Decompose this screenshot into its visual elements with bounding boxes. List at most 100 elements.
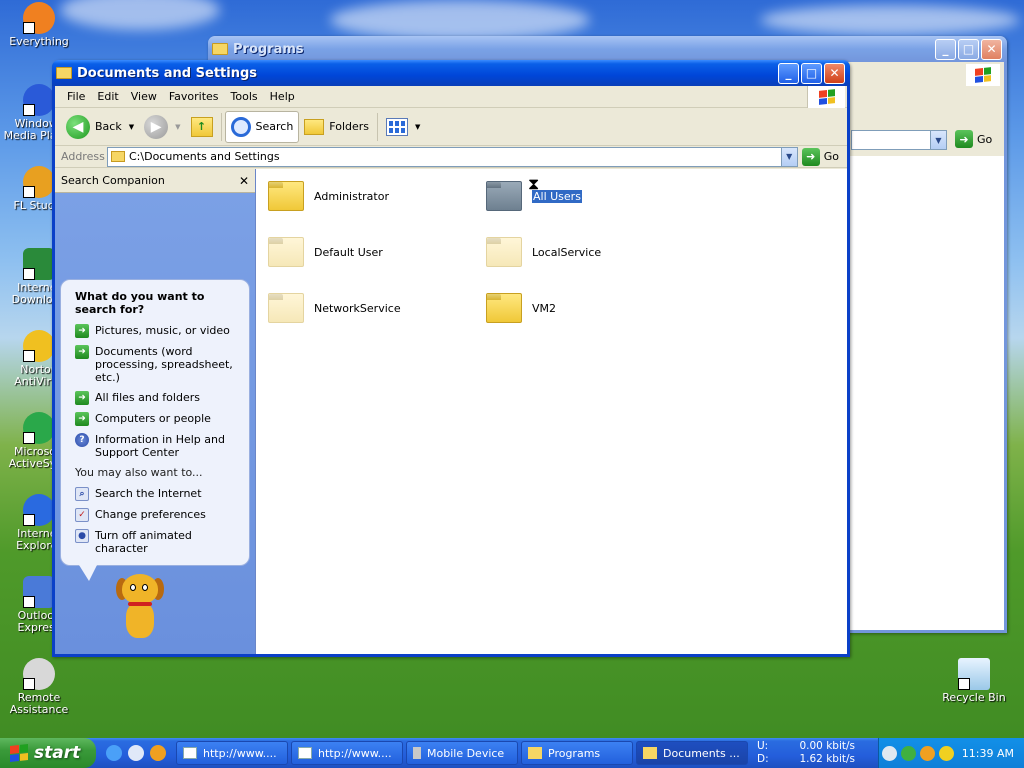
folders-button[interactable]: Folders <box>299 111 374 143</box>
option-label: Documents (word processing, spreadsheet,… <box>95 345 233 384</box>
menu-tools[interactable]: Tools <box>225 90 264 103</box>
window-title: Programs <box>233 41 304 57</box>
search-option-documents[interactable]: ➜ Documents (word processing, spreadshee… <box>75 345 237 384</box>
windows-flag-icon <box>975 67 991 83</box>
search-internet-icon: ⌕ <box>75 487 89 501</box>
folder-icon <box>268 237 304 267</box>
media-icon[interactable] <box>128 745 144 761</box>
search-companion: Search Companion ✕ What do you want to s… <box>55 169 256 654</box>
close-button[interactable]: ✕ <box>981 38 1002 60</box>
go-button[interactable]: ➜ Go <box>798 147 847 166</box>
close-icon[interactable]: ✕ <box>239 174 249 188</box>
browser-window-icon <box>183 747 197 759</box>
menu-edit[interactable]: Edit <box>91 90 124 103</box>
menu-view[interactable]: View <box>125 90 163 103</box>
folder-vm2[interactable]: VM2 <box>486 293 556 323</box>
maximize-button[interactable]: □ <box>958 38 979 60</box>
outlook-icon <box>23 576 55 608</box>
toolbar: ◀ Back ▼ ▶ ▼ ↑ Search Folders ▼ <box>55 108 847 146</box>
menu-help[interactable]: Help <box>264 90 301 103</box>
search-dog-character[interactable] <box>110 574 170 646</box>
folder-networkservice[interactable]: NetworkService <box>268 293 401 323</box>
menu-file[interactable]: File <box>61 90 91 103</box>
folder-icon <box>528 747 542 759</box>
chevron-down-icon[interactable]: ▼ <box>415 123 420 131</box>
download-tray-icon[interactable] <box>900 745 916 761</box>
programs-titlebar[interactable]: Programs _ □ ✕ <box>208 36 1007 62</box>
minimize-button[interactable]: _ <box>778 62 799 84</box>
task-programs[interactable]: Programs <box>521 741 633 765</box>
menu-bar: File Edit View Favorites Tools Help <box>55 86 847 108</box>
forward-button[interactable]: ▶ ▼ <box>139 111 185 143</box>
folder-administrator[interactable]: Administrator <box>268 181 389 211</box>
search-option-pictures[interactable]: ➜ Pictures, music, or video <box>75 324 237 338</box>
arrow-right-icon: ➜ <box>75 412 89 426</box>
mobile-device-icon <box>413 747 421 759</box>
explorer-window[interactable]: Documents and Settings _ □ ✕ File Edit V… <box>52 60 850 657</box>
change-preferences-link[interactable]: ✓ Change preferences <box>75 508 237 522</box>
address-input[interactable]: C:\Documents and Settings ▼ <box>107 146 798 167</box>
minimize-button[interactable]: _ <box>935 38 956 60</box>
window-title: Documents and Settings <box>77 65 258 81</box>
start-button[interactable]: start <box>0 738 96 768</box>
fl-studio-icon <box>23 166 55 198</box>
dropdown-icon[interactable]: ▼ <box>780 147 797 166</box>
task-label: http://www.... <box>318 746 392 760</box>
search-label: Search <box>255 120 294 133</box>
desktop-icon-everything[interactable]: Everything <box>0 2 78 48</box>
task-documents[interactable]: Documents ... <box>636 741 748 765</box>
toolbar-separator <box>220 112 222 141</box>
clock[interactable]: 11:39 AM <box>962 747 1014 760</box>
desktop-icon-recycle-bin[interactable]: Recycle Bin <box>934 658 1014 704</box>
desktop-icon-remote-assistance[interactable]: Remote Assistance <box>0 658 78 716</box>
everything-icon <box>23 2 55 34</box>
task-label: http://www.... <box>203 746 277 760</box>
up-folder-button[interactable]: ↑ <box>186 111 218 143</box>
task-http-2[interactable]: http://www.... <box>291 741 403 765</box>
folder-name: Default User <box>314 245 383 259</box>
activesync-tray-icon[interactable] <box>881 745 897 761</box>
go-button[interactable]: ➜ Go <box>951 130 1000 148</box>
task-mobile-device[interactable]: Mobile Device <box>406 741 518 765</box>
close-button[interactable]: ✕ <box>824 62 845 84</box>
internet-explorer-icon[interactable] <box>106 745 122 761</box>
search-button[interactable]: Search <box>224 110 300 143</box>
upload-label: U: <box>757 740 769 752</box>
chevron-down-icon[interactable]: ▼ <box>129 123 134 131</box>
address-field[interactable]: ▼ <box>851 130 947 150</box>
search-internet-link[interactable]: ⌕ Search the Internet <box>75 487 237 501</box>
option-label: Computers or people <box>95 412 211 425</box>
chevron-down-icon[interactable]: ▼ <box>175 123 180 131</box>
back-button[interactable]: ◀ Back ▼ <box>61 111 139 143</box>
explorer-titlebar[interactable]: Documents and Settings _ □ ✕ <box>52 60 850 86</box>
windows-logo <box>966 64 1000 86</box>
folder-icon <box>643 747 657 759</box>
search-option-computers[interactable]: ➜ Computers or people <box>75 412 237 426</box>
dropdown-icon[interactable]: ▼ <box>930 131 946 149</box>
back-label: Back <box>95 120 122 133</box>
task-http-1[interactable]: http://www.... <box>176 741 288 765</box>
search-companion-title: Search Companion <box>61 174 165 187</box>
toolbar-separator <box>377 112 379 141</box>
folder-localservice[interactable]: LocalService <box>486 237 601 267</box>
views-button[interactable]: ▼ <box>381 111 425 143</box>
desktop-icon-label: Everything <box>9 35 69 48</box>
search-option-help[interactable]: ? Information in Help and Support Center <box>75 433 237 459</box>
turn-off-character-link[interactable]: ● Turn off animated character <box>75 529 237 555</box>
search-option-all-files[interactable]: ➜ All files and folders <box>75 391 237 405</box>
internet-download-icon <box>23 248 55 280</box>
maximize-button[interactable]: □ <box>801 62 822 84</box>
folder-name: All Users <box>532 189 582 203</box>
search-tray-icon[interactable] <box>919 745 935 761</box>
recycle-bin-icon <box>958 658 990 690</box>
option-label: Turn off animated character <box>95 529 192 555</box>
dog-body <box>126 602 154 638</box>
norton-tray-icon[interactable] <box>938 745 954 761</box>
arrow-right-icon: ➜ <box>75 391 89 405</box>
folder-default-user[interactable]: Default User <box>268 237 383 267</box>
system-tray: 11:39 AM <box>878 738 1024 768</box>
go-arrow-icon: ➜ <box>801 147 820 166</box>
address-label: Address <box>61 150 105 163</box>
browser-icon[interactable] <box>150 745 166 761</box>
menu-favorites[interactable]: Favorites <box>163 90 225 103</box>
